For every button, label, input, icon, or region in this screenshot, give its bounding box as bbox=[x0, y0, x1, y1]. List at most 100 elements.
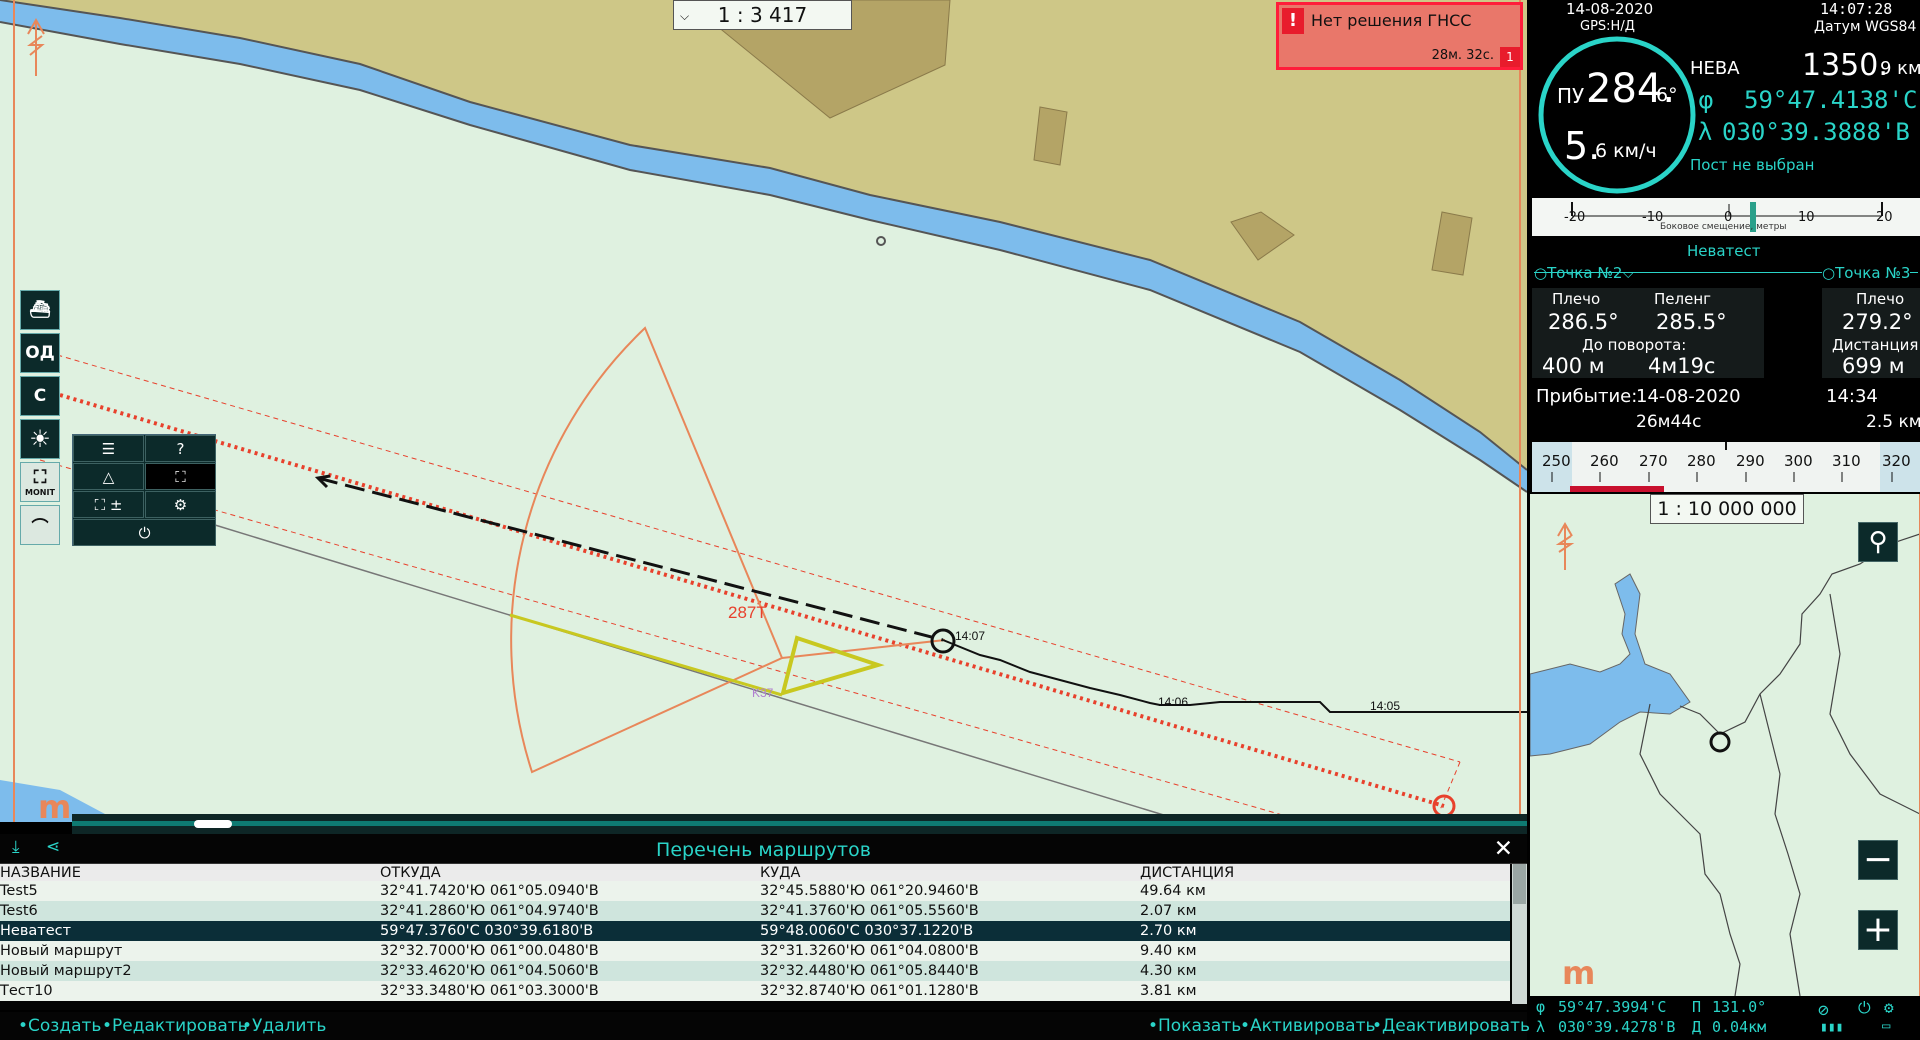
overview-scale[interactable]: 1 : 10 000 000 bbox=[1650, 494, 1804, 524]
status-date: 14-08-2020 bbox=[1566, 0, 1654, 18]
gnss-alarm[interactable]: ! Нет решения ГНСС 28м. 32с. 1 bbox=[1276, 2, 1523, 70]
course-decimal: 6° bbox=[1656, 84, 1678, 106]
show-button[interactable]: •Показать bbox=[1148, 1016, 1241, 1036]
distance-value: 1350. bbox=[1802, 48, 1888, 83]
next-shoulder-label: Плечо bbox=[1856, 290, 1905, 308]
kp-label: K37 bbox=[752, 686, 774, 700]
cursor-dist-symbol: Д bbox=[1692, 1018, 1702, 1036]
no-signal-icon: ⊘ bbox=[1818, 1000, 1829, 1021]
shoulder-value: 286.5° bbox=[1548, 310, 1619, 334]
settings-icon[interactable]: ⚙ bbox=[1884, 998, 1894, 1017]
alarm-count: 1 bbox=[1500, 47, 1520, 67]
post-status: Пост не выбран bbox=[1690, 156, 1815, 174]
heading-sector bbox=[510, 326, 784, 774]
overview-map[interactable]: 1 : 10 000 000 ⚲ − + m bbox=[1530, 494, 1920, 996]
nautical-chart[interactable]: 287T 14:07 14:06 14:05 K37 ⌵ 1 : 3 417 !… bbox=[0, 0, 1527, 822]
power-status-icon[interactable]: ⏻ bbox=[1858, 998, 1871, 1018]
xte-tick: -20 bbox=[1564, 210, 1586, 225]
point-to-selector[interactable]: ○Точка №3 bbox=[1822, 264, 1911, 282]
distance-to-point: 699 м bbox=[1842, 354, 1905, 378]
xte-scale: -20 -10 0 10 20 Боковое смещение, метры bbox=[1532, 198, 1920, 236]
brightness-button[interactable]: ☀ bbox=[20, 419, 60, 459]
routes-title: Перечень маршрутов bbox=[656, 839, 871, 861]
speed-decimal: 6 км/ч bbox=[1595, 140, 1657, 162]
scrollbar-thumb[interactable] bbox=[1513, 864, 1526, 904]
status-time: 14:07:28 bbox=[1820, 0, 1893, 18]
table-row[interactable]: Test5 32°41.7420'Ю 061°05.0940'В 32°45.588… bbox=[0, 881, 1510, 901]
cursor-dist: 0.04км bbox=[1712, 1018, 1767, 1036]
chart-scale-selector[interactable]: ⌵ 1 : 3 417 bbox=[673, 0, 852, 30]
list-icon[interactable]: ☰ bbox=[73, 435, 144, 462]
to-turn-distance: 400 м bbox=[1542, 354, 1605, 378]
time-label-3: 14:05 bbox=[1370, 699, 1400, 713]
battery-icon: ▭ bbox=[1882, 1018, 1891, 1034]
cursor-bearing: 131.0° bbox=[1712, 998, 1767, 1016]
arrival-date: 14-08-2020 bbox=[1636, 386, 1741, 407]
delete-button[interactable]: •Удалить bbox=[242, 1016, 326, 1036]
col-name[interactable]: НАЗВАНИЕ bbox=[0, 864, 380, 881]
table-row[interactable]: Test6 32°41.2860'Ю 061°04.9740'В 32°41.376… bbox=[0, 901, 1510, 921]
gps-status: GPS:Н/Д bbox=[1580, 19, 1635, 34]
deactivate-button[interactable]: •Деактивировать bbox=[1372, 1016, 1530, 1036]
power-icon[interactable]: ⏻ bbox=[73, 519, 216, 546]
bearing-label: Пеленг bbox=[1654, 290, 1712, 308]
help-icon[interactable]: ? bbox=[145, 435, 216, 462]
course-dial bbox=[1538, 36, 1696, 194]
c-button[interactable]: С bbox=[20, 376, 60, 416]
cursor-readout: φ 59°47.3994'С λ 030°39.4278'В П 131.0° … bbox=[1530, 996, 1920, 1040]
edit-button[interactable]: •Редактировать bbox=[102, 1016, 248, 1036]
ship-button[interactable]: ⛴ bbox=[20, 290, 60, 330]
bearing-label: 287T bbox=[728, 603, 767, 622]
map-settings-icon[interactable]: ⛶ ± bbox=[73, 491, 144, 518]
to-turn-label: До поворота: bbox=[1582, 336, 1687, 354]
ship-icon: ⛴ bbox=[29, 300, 51, 320]
map-icon[interactable]: ⛶ bbox=[145, 463, 216, 490]
action-bar: •Создать •Редактировать •Удалить •Показа… bbox=[0, 1012, 1530, 1040]
cursor-bearing-symbol: П bbox=[1692, 998, 1702, 1016]
chart-canvas[interactable]: 287T 14:07 14:06 14:05 K37 bbox=[0, 0, 1527, 822]
col-dist[interactable]: ДИСТАНЦИЯ bbox=[1140, 864, 1510, 881]
routes-panel: ⤓ ⋖ Перечень маршрутов ✕ НАЗВАНИЕ ОТКУДА… bbox=[0, 834, 1527, 1010]
own-ship-icon bbox=[780, 635, 885, 696]
time-label-2: 14:06 bbox=[1158, 695, 1188, 709]
xte-tick: 20 bbox=[1876, 210, 1893, 225]
app-logo: m bbox=[38, 788, 72, 822]
table-row[interactable]: Тест10 32°33.3480'Ю 061°03.3000'В 32°32.87… bbox=[0, 981, 1510, 1001]
cursor-lat-symbol: φ bbox=[1536, 998, 1546, 1016]
north-arrow-icon bbox=[1555, 522, 1575, 570]
od-button[interactable]: ОД bbox=[20, 333, 60, 373]
zoom-in-button[interactable]: + bbox=[1858, 910, 1898, 950]
zoom-out-button[interactable]: − bbox=[1858, 840, 1898, 880]
timeline-slider[interactable] bbox=[72, 814, 1527, 834]
alarm-time: 28м. 32с. bbox=[1431, 48, 1494, 63]
chart-scale-text: 1 : 3 417 bbox=[717, 3, 808, 27]
activate-button[interactable]: •Активировать bbox=[1240, 1016, 1376, 1036]
search-icon[interactable]: ⚲ bbox=[1858, 522, 1898, 562]
triangle-icon[interactable]: △ bbox=[73, 463, 144, 490]
col-from[interactable]: ОТКУДА bbox=[380, 864, 760, 881]
river-name: НЕВА bbox=[1690, 58, 1740, 79]
time-label-1: 14:07 bbox=[955, 629, 985, 643]
point-from-selector[interactable]: ○Точка №2⌵ bbox=[1534, 264, 1634, 282]
shoulder-label: Плечо bbox=[1552, 290, 1601, 308]
table-row[interactable]: Новый маршрут 32°32.7000'Ю 061°00.0480'В 3… bbox=[0, 941, 1510, 961]
latitude: 59°47.4138'С bbox=[1744, 86, 1918, 114]
chevron-down-icon: ⌵ bbox=[680, 9, 690, 23]
alarm-text: Нет решения ГНСС bbox=[1311, 11, 1472, 30]
route-name: Неватест bbox=[1687, 242, 1761, 260]
cursor-lat: 59°47.3994'С bbox=[1558, 998, 1667, 1016]
timeline-knob[interactable] bbox=[194, 820, 232, 828]
close-icon[interactable]: ✕ bbox=[1494, 836, 1513, 862]
routes-scrollbar[interactable] bbox=[1512, 864, 1527, 1004]
gears-icon[interactable]: ⚙ bbox=[145, 491, 216, 518]
cursor-lon-symbol: λ bbox=[1536, 1018, 1546, 1036]
timeline-track bbox=[72, 821, 1527, 826]
table-row-selected[interactable]: Неватест 59°47.3760'С 030°39.6180'В 59°48.… bbox=[0, 921, 1510, 941]
xte-tick: 10 bbox=[1798, 210, 1815, 225]
col-to[interactable]: КУДА bbox=[760, 864, 1140, 881]
signal-bars-icon: ▮▮▮ bbox=[1820, 1020, 1844, 1035]
monit-button[interactable]: ⛶ MONIT bbox=[20, 462, 60, 502]
create-button[interactable]: •Создать bbox=[18, 1016, 101, 1036]
table-row[interactable]: Новый маршрут2 32°33.4620'Ю 061°04.5060'В… bbox=[0, 961, 1510, 981]
track-button[interactable]: ⌒ bbox=[20, 505, 60, 545]
